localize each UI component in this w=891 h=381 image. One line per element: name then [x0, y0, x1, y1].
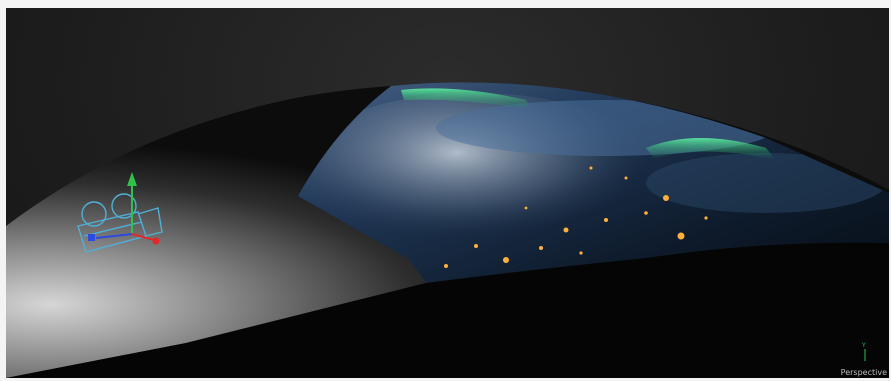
gizmo-y-label: Y: [861, 342, 866, 349]
scene-canvas[interactable]: [6, 8, 889, 378]
3d-viewport[interactable]: Y Perspective: [6, 8, 889, 378]
view-label: Perspective: [840, 368, 887, 377]
axis-gizmo-icon: Y: [859, 340, 871, 366]
